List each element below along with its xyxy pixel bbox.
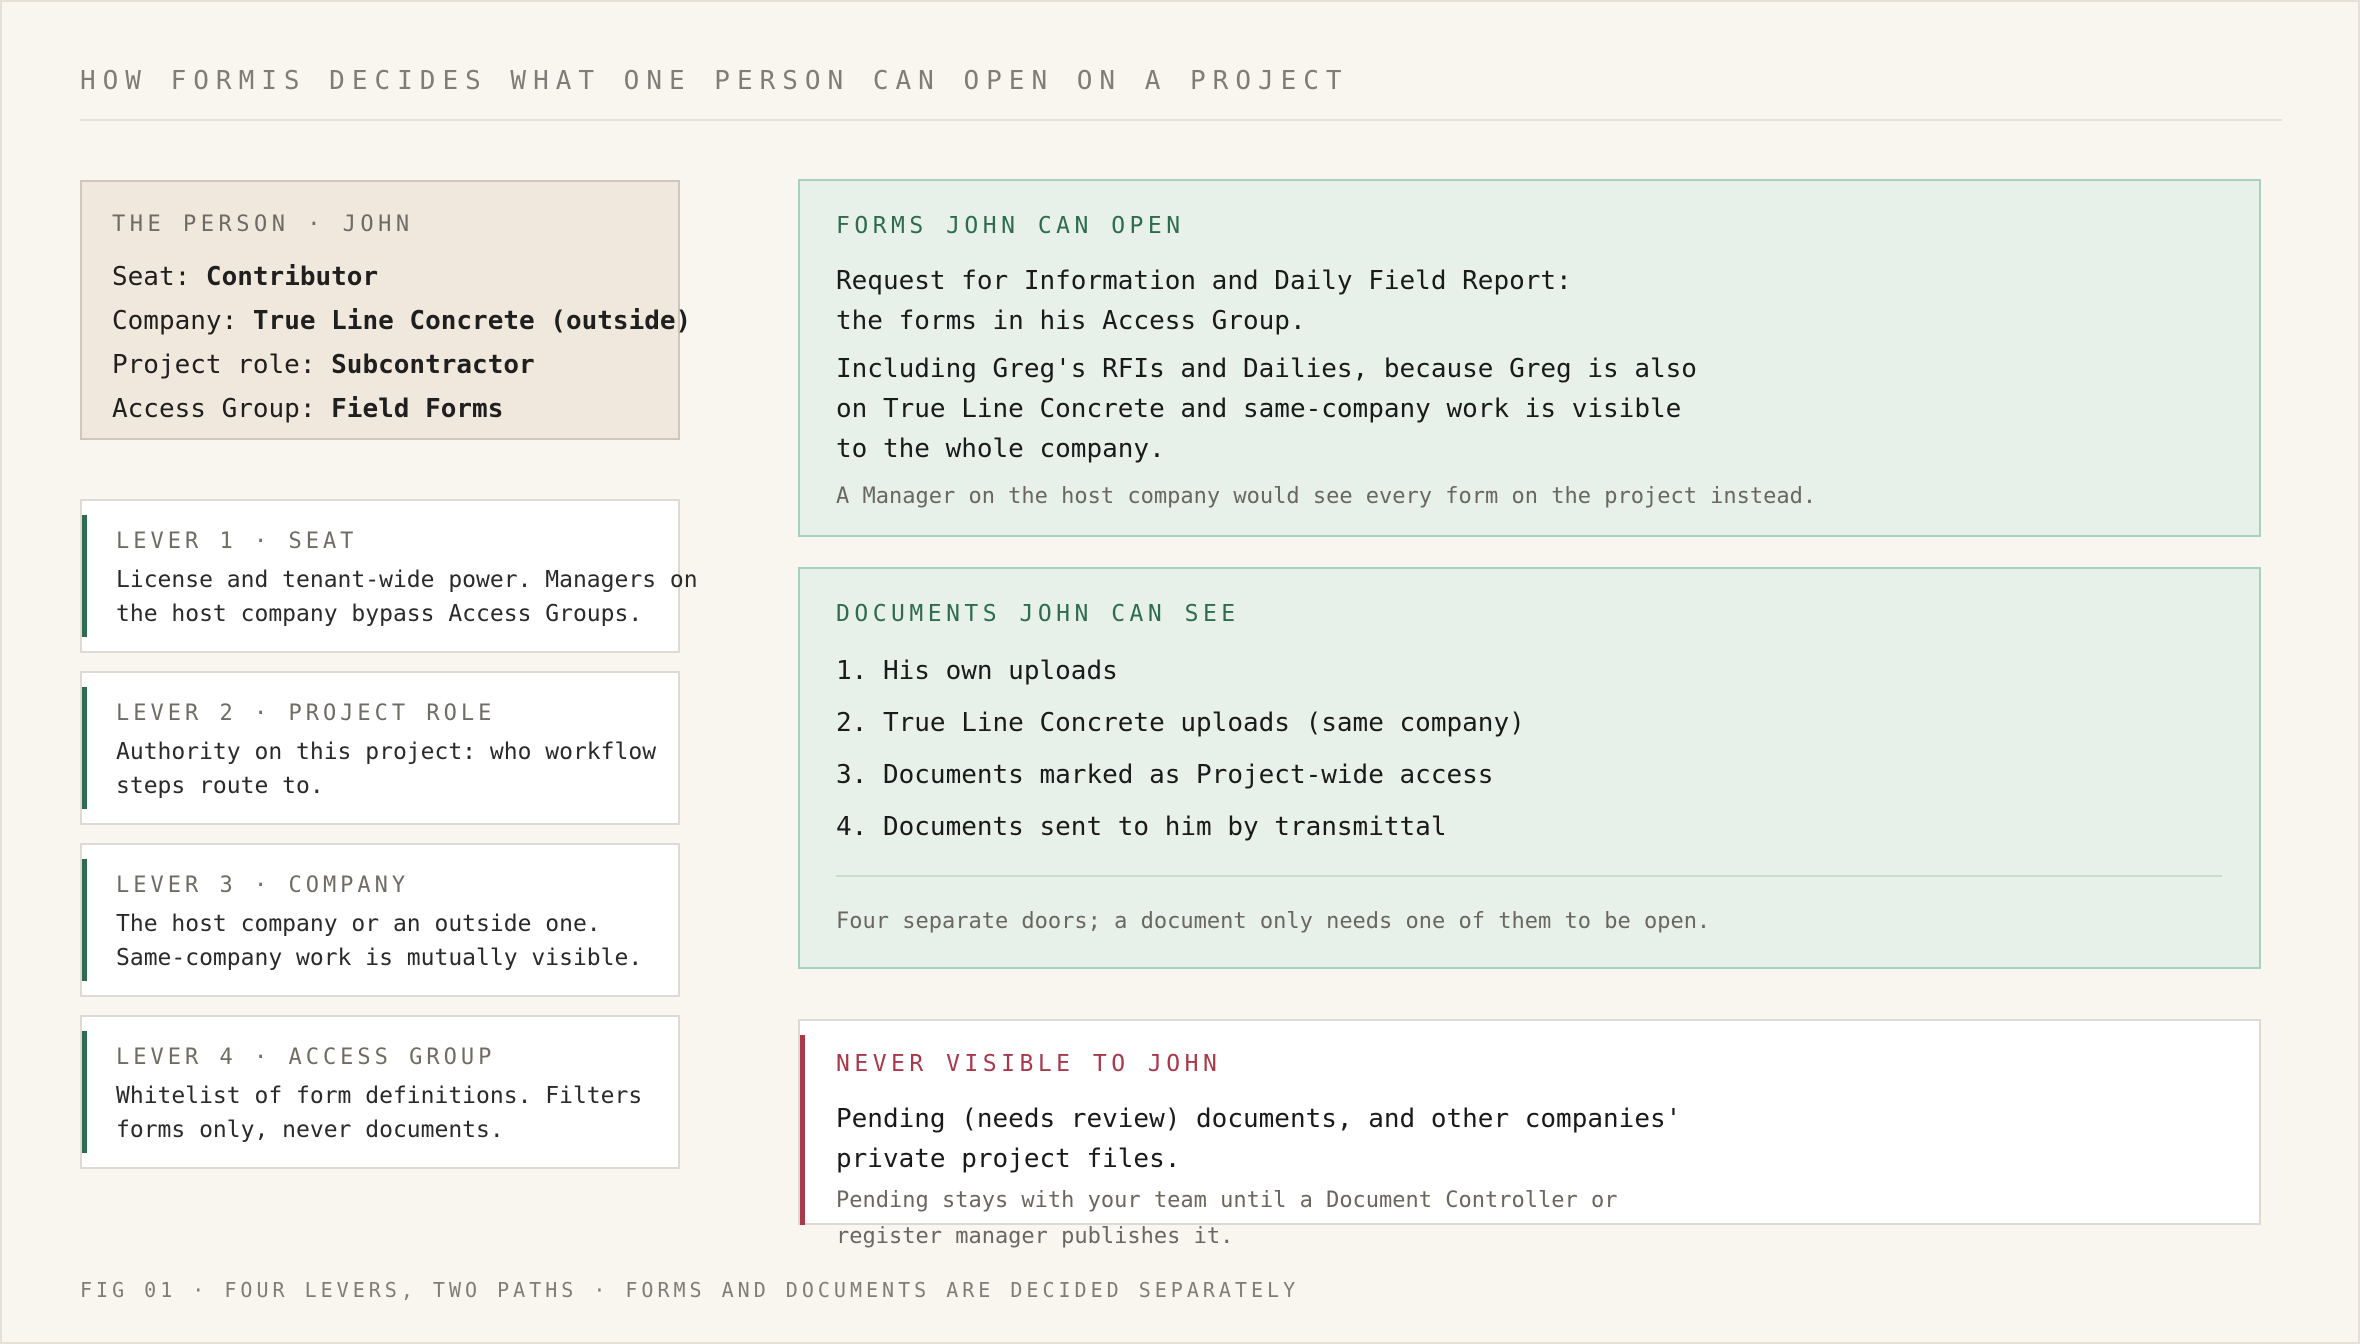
forms-summary: Request for Information and Daily Field …	[836, 261, 1572, 341]
never-visible-note-line: register manager publishes it.	[836, 1224, 1234, 1249]
never-visible-line: private project files.	[836, 1144, 1181, 1174]
forms-summary-line: the forms in his Access Group.	[836, 306, 1306, 336]
lever-description: Authority on this project: who workflow …	[116, 735, 656, 803]
person-card: THE PERSON · JOHN Seat: Contributor Comp…	[80, 180, 691, 440]
lever-description-line: The host company or an outside one.	[116, 911, 601, 937]
documents-divider	[836, 875, 2222, 877]
never-visible-label: NEVER VISIBLE TO JOHN	[836, 1051, 1222, 1077]
person-project-role: Project role: Subcontractor	[112, 343, 678, 387]
person-company: Company: True Line Concrete (outside)	[112, 299, 691, 343]
forms-note: A Manager on the host company would see …	[836, 484, 1817, 509]
lever-card-project-role: LEVER 2 · PROJECT ROLE Authority on this…	[80, 671, 680, 825]
lever-accent-bar	[82, 687, 87, 809]
never-visible-summary: Pending (needs review) documents, and ot…	[836, 1099, 1681, 1179]
forms-explanation-line: on True Line Concrete and same-company w…	[836, 394, 1682, 424]
document-door-item: 1. His own uploads	[836, 656, 1118, 686]
lever-description: License and tenant-wide power. Managers …	[116, 563, 698, 631]
lever-label: LEVER 3 · COMPANY	[116, 873, 410, 898]
never-visible-note-line: Pending stays with your team until a Doc…	[836, 1188, 1618, 1213]
person-access-group-value: Field Forms	[331, 394, 504, 424]
lever-label: LEVER 4 · ACCESS GROUP	[116, 1045, 496, 1070]
never-visible-accent-bar	[800, 1035, 805, 1225]
lever-description-line: the host company bypass Access Groups.	[116, 601, 643, 627]
forms-explanation: Including Greg's RFIs and Dailies, becau…	[836, 349, 1697, 469]
lever-description: The host company or an outside one. Same…	[116, 907, 642, 975]
person-company-value: True Line Concrete (outside)	[252, 306, 692, 336]
document-door-item: 3. Documents marked as Project-wide acce…	[836, 760, 1494, 790]
documents-panel: DOCUMENTS JOHN CAN SEE 1. His own upload…	[798, 567, 2261, 969]
never-visible-line: Pending (needs review) documents, and ot…	[836, 1104, 1682, 1134]
lever-label: LEVER 2 · PROJECT ROLE	[116, 701, 496, 726]
person-card-label: THE PERSON · JOHN	[112, 212, 414, 237]
forms-panel-label: FORMS JOHN CAN OPEN	[836, 213, 1185, 239]
person-access-group: Access Group: Field Forms	[112, 387, 678, 431]
document-door-item: 4. Documents sent to him by transmittal	[836, 812, 1447, 842]
person-project-role-key: Project role:	[112, 350, 332, 380]
person-company-key: Company:	[112, 306, 253, 336]
lever-description-line: Whitelist of form definitions. Filters	[116, 1083, 643, 1109]
lever-accent-bar	[82, 1031, 87, 1153]
lever-label: LEVER 1 · SEAT	[116, 529, 358, 554]
lever-accent-bar	[82, 515, 87, 637]
lever-description: Whitelist of form definitions. Filters f…	[116, 1079, 642, 1147]
lever-card-company: LEVER 3 · COMPANY The host company or an…	[80, 843, 680, 997]
never-visible-note: Pending stays with your team until a Doc…	[836, 1183, 1617, 1255]
lever-accent-bar	[82, 859, 87, 981]
title-divider	[80, 119, 2282, 121]
lever-card-access-group: LEVER 4 · ACCESS GROUP Whitelist of form…	[80, 1015, 680, 1169]
forms-explanation-line: to the whole company.	[836, 434, 1165, 464]
page-title: HOW FORMIS DECIDES WHAT ONE PERSON CAN O…	[80, 66, 1349, 96]
lever-card-seat: LEVER 1 · SEAT License and tenant-wide p…	[80, 499, 698, 653]
documents-panel-label: DOCUMENTS JOHN CAN SEE	[836, 601, 1240, 627]
person-seat: Seat: Contributor	[112, 255, 678, 299]
lever-description-line: Authority on this project: who workflow	[116, 739, 657, 765]
forms-summary-line: Request for Information and Daily Field …	[836, 266, 1572, 296]
figure-caption: FIG 01 · FOUR LEVERS, TWO PATHS · FORMS …	[80, 1278, 1300, 1302]
lever-description-line: steps route to.	[116, 773, 324, 799]
person-seat-value: Contributor	[205, 262, 379, 292]
never-visible-panel: NEVER VISIBLE TO JOHN Pending (needs rev…	[798, 1019, 2261, 1249]
person-access-group-key: Access Group:	[112, 394, 332, 424]
document-door-item: 2. True Line Concrete uploads (same comp…	[836, 708, 1525, 738]
person-project-role-value: Subcontractor	[331, 350, 535, 380]
forms-explanation-line: Including Greg's RFIs and Dailies, becau…	[836, 354, 1697, 384]
person-seat-key: Seat:	[112, 262, 206, 292]
lever-description-line: forms only, never documents.	[116, 1117, 504, 1143]
lever-description-line: License and tenant-wide power. Managers …	[116, 567, 698, 593]
documents-note: Four separate doors; a document only nee…	[836, 909, 1711, 934]
lever-description-line: Same-company work is mutually visible.	[116, 945, 643, 971]
forms-panel: FORMS JOHN CAN OPEN Request for Informat…	[798, 179, 2261, 537]
